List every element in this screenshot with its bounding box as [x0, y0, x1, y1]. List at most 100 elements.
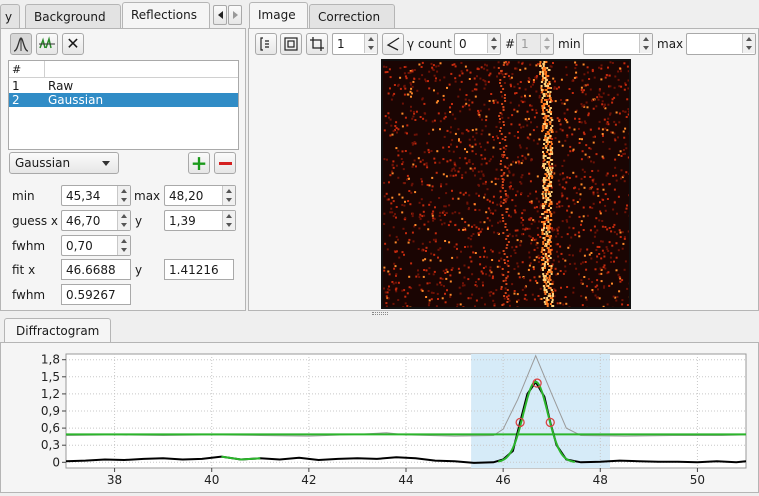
spin-arrows[interactable] — [117, 186, 130, 205]
speckle — [516, 262, 518, 264]
speckle — [571, 133, 573, 135]
speckle — [574, 77, 576, 79]
guess-y-spinbox[interactable]: 1,39 — [164, 210, 236, 231]
guess-x-spinbox[interactable]: 46,70 — [61, 210, 131, 231]
speckle — [395, 241, 397, 243]
gamma-count-spinbox[interactable]: 0 — [454, 33, 501, 55]
max-label: max — [134, 189, 160, 203]
speckle — [578, 232, 580, 234]
speckle — [402, 251, 404, 253]
speckle — [408, 72, 410, 74]
speckle — [588, 113, 590, 115]
edge-button[interactable] — [255, 33, 277, 55]
speckle — [538, 138, 540, 140]
speckle — [626, 116, 628, 118]
speckle — [602, 226, 604, 228]
tab-image[interactable]: Image — [249, 2, 308, 29]
speckle — [609, 148, 611, 150]
speckle — [524, 229, 526, 231]
gamma-button[interactable] — [382, 33, 404, 55]
spin-arrows[interactable] — [364, 34, 377, 53]
spin-arrows[interactable] — [639, 34, 652, 53]
speckle — [412, 164, 414, 166]
tab-diffractogram[interactable]: Diffractogram — [4, 318, 111, 343]
add-reflection-button[interactable]: + — [188, 152, 210, 174]
list-item[interactable]: 1 Raw — [9, 79, 238, 93]
speckle — [459, 272, 461, 274]
speckle — [507, 196, 509, 198]
spin-arrows[interactable] — [222, 211, 235, 230]
remove-reflection-button[interactable] — [214, 152, 236, 174]
fit-frame-button[interactable] — [280, 33, 302, 55]
peak-type-dropdown[interactable]: Gaussian — [9, 152, 119, 174]
tab-background[interactable]: Background — [25, 4, 121, 28]
speckle — [520, 81, 522, 83]
line-speckle — [544, 223, 546, 225]
crop-button[interactable] — [306, 33, 328, 55]
min-spinbox[interactable]: 45,34 — [61, 185, 131, 206]
detector-image[interactable] — [381, 59, 631, 309]
clear-button[interactable]: ✕ — [62, 33, 84, 55]
splitter-handle[interactable] — [372, 312, 388, 315]
line-speckle — [548, 229, 550, 231]
line-speckle — [543, 179, 545, 181]
speckle — [490, 291, 492, 293]
faint-speckle — [505, 61, 507, 63]
speckle — [388, 181, 390, 183]
speckle — [443, 285, 445, 287]
speckle — [472, 233, 474, 235]
speckle — [477, 110, 479, 112]
min-intensity-spinbox[interactable] — [583, 33, 653, 55]
list-item-selected[interactable]: 2 Gaussian — [9, 93, 238, 107]
line-speckle — [547, 259, 549, 261]
max-spinbox[interactable]: 48,20 — [164, 185, 236, 206]
speckle — [521, 155, 523, 157]
select-peaks-button[interactable] — [36, 33, 58, 55]
speckle — [517, 191, 519, 193]
speckle — [582, 80, 584, 82]
line-speckle — [550, 117, 552, 119]
line-speckle — [545, 275, 547, 277]
line-speckle — [544, 163, 546, 165]
spin-arrows[interactable] — [487, 34, 500, 53]
line-speckle — [552, 299, 554, 301]
speckle — [485, 125, 487, 127]
spin-arrows[interactable] — [222, 186, 235, 205]
tab-partial-left[interactable]: y — [0, 4, 20, 28]
speckle — [607, 118, 609, 120]
faint-speckle — [506, 247, 508, 249]
speckle — [425, 296, 427, 298]
x-tick-label: 48 — [593, 473, 608, 487]
tab-reflections[interactable]: Reflections — [122, 2, 210, 29]
spin-arrows[interactable] — [117, 236, 130, 255]
speckle — [528, 77, 530, 79]
line-speckle — [544, 99, 546, 101]
speckle — [492, 100, 494, 102]
speckle — [594, 226, 596, 228]
tab-scroll-right-button[interactable] — [228, 5, 242, 25]
reflection-list[interactable]: # 1 Raw 2 Gaussian — [8, 60, 239, 150]
peak-tool-button[interactable] — [10, 33, 32, 55]
line-speckle — [548, 199, 550, 201]
faint-speckle — [503, 199, 505, 201]
tab-correction[interactable]: Correction — [309, 4, 395, 28]
line-speckle — [546, 67, 548, 69]
spin-arrows[interactable] — [117, 211, 130, 230]
speckle — [591, 186, 593, 188]
speckle — [383, 66, 385, 68]
speckle — [592, 242, 594, 244]
line-speckle — [547, 271, 549, 273]
speckle — [472, 129, 474, 131]
faint-line — [498, 61, 510, 306]
speckle — [537, 210, 539, 212]
speckle — [491, 225, 493, 227]
spin-arrows[interactable] — [742, 34, 755, 53]
speckle — [438, 112, 440, 114]
fwhm-spinbox[interactable]: 0,70 — [61, 235, 131, 256]
max-intensity-spinbox[interactable] — [686, 33, 756, 55]
speckle — [478, 185, 480, 187]
speckle — [445, 192, 447, 194]
tab-scroll-left-button[interactable] — [213, 5, 227, 25]
index-spinbox[interactable]: 1 — [332, 33, 378, 55]
diffractogram-chart[interactable]: 3840424446485000,30,60,91,21,51,8 — [6, 348, 759, 493]
